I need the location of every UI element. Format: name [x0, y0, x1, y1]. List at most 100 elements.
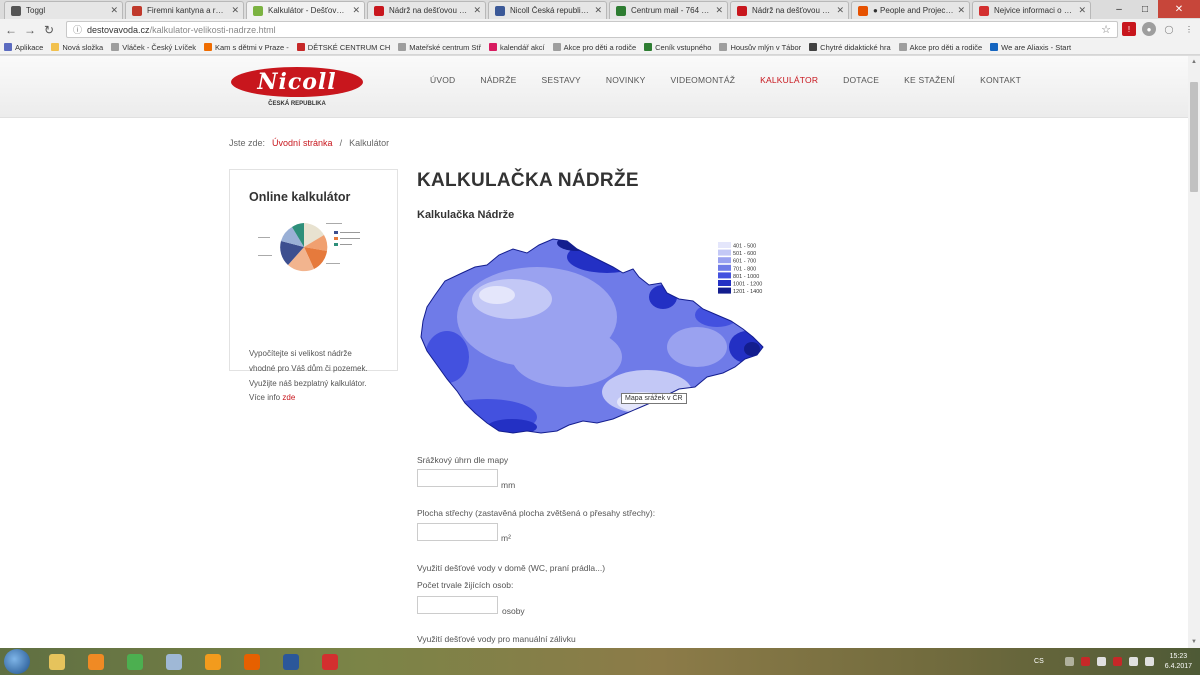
tab-favicon-icon [132, 5, 142, 16]
tray-icon[interactable] [1096, 657, 1106, 666]
bookmark-favicon-icon [644, 43, 653, 51]
taskbar-app-firefox[interactable] [235, 650, 269, 673]
bookmark-item[interactable]: Akce pro děti a rodiče [549, 43, 641, 52]
more-info-link[interactable]: zde [282, 393, 295, 402]
legend-swatch [718, 257, 731, 264]
media-player-icon [88, 653, 104, 670]
bookmark-item[interactable]: Aplikace [0, 43, 47, 52]
bookmark-item[interactable]: Chytré didaktické hra [805, 43, 894, 52]
roof-area-input[interactable] [417, 523, 498, 541]
extension-icon[interactable]: ◯ [1162, 22, 1176, 36]
taskbar-app-people[interactable] [157, 650, 191, 673]
tray-icon[interactable] [1080, 657, 1090, 666]
start-button[interactable] [4, 649, 30, 674]
taskbar-app-outlook[interactable] [196, 650, 230, 673]
nav-item[interactable]: SESTAVY [542, 75, 581, 85]
scroll-up-icon[interactable]: ▲ [1188, 56, 1200, 68]
address-bar[interactable]: ⓘ destovavoda.cz/kalkulator-velikosti-na… [66, 21, 1118, 38]
menu-icon[interactable]: ⋮ [1182, 22, 1196, 36]
browser-tab[interactable]: Kalkulátor - Dešťová vod ✕ [246, 1, 365, 19]
bookmark-label: Chytré didaktické hra [820, 42, 891, 52]
nav-item[interactable]: VIDEOMONTÁŽ [671, 75, 736, 85]
page-scrollbar[interactable]: ▲ ▼ [1188, 56, 1200, 648]
bookmark-item[interactable]: Mateřské centrum Stř [394, 43, 485, 52]
rainfall-input[interactable] [417, 469, 498, 487]
bookmark-item[interactable]: kalendář akcí [485, 43, 549, 52]
tab-close-icon[interactable]: ✕ [715, 5, 723, 16]
nav-item[interactable]: KALKULÁTOR [760, 75, 818, 85]
nav-item[interactable]: KE STAŽENÍ [904, 75, 955, 85]
page-viewport: Nicoll ČESKÁ REPUBLIKA ÚVOD NÁDRŽE SESTAVY… [0, 56, 1188, 648]
forward-icon[interactable]: → [22, 22, 38, 38]
more-info-prefix: Více info [249, 393, 281, 402]
taskbar-app-media-player[interactable] [79, 650, 113, 673]
bookmark-item[interactable]: Ceník vstupného [640, 43, 715, 52]
bookmark-item[interactable]: Vláček - Český Lvíček [107, 43, 200, 52]
browser-toolbar: ← → ↻ ⓘ destovavoda.cz/kalkulator-veliko… [0, 19, 1200, 40]
bookmark-item[interactable]: DĚTSKÉ CENTRUM CH [293, 43, 395, 52]
tab-title: Firemni kantyna a restau [147, 6, 228, 15]
rainfall-map[interactable]: 401 - 500 501 - 600 601 - 700 701 - 800 801 … [417, 237, 767, 437]
volume-icon[interactable] [1144, 657, 1154, 666]
nav-item[interactable]: NOVINKY [606, 75, 646, 85]
browser-tab[interactable]: ● People and Project - 7 ✕ [851, 1, 970, 19]
bookmark-favicon-icon [296, 43, 305, 51]
nav-item[interactable]: DOTACE [843, 75, 879, 85]
page-title: KALKULAČKA NÁDRŽE [417, 170, 639, 191]
main-navigation: ÚVOD NÁDRŽE SESTAVY NOVINKY VIDEOMONTÁŽ KALKU… [430, 75, 1046, 85]
reload-icon[interactable]: ↻ [41, 22, 57, 38]
bookmark-item[interactable]: Housův mlýn v Tábor [715, 43, 805, 52]
browser-tab[interactable]: Nicoll Česká republika - ✕ [488, 1, 607, 19]
tray-icon[interactable] [1112, 657, 1122, 666]
nav-item[interactable]: KONTAKT [980, 75, 1021, 85]
rainfall-map-graphic[interactable]: 401 - 500501 - 600 601 - 700701 - 800 801 … [417, 237, 767, 437]
legend-swatch [718, 249, 731, 256]
tab-favicon-icon [616, 5, 626, 16]
tab-close-icon[interactable]: ✕ [836, 5, 844, 16]
bookmark-star-icon[interactable]: ☆ [1101, 23, 1111, 36]
bookmark-item[interactable]: Akce pro děti a rodiče [895, 43, 987, 52]
back-icon[interactable]: ← [3, 22, 19, 38]
bookmark-favicon-icon [111, 43, 120, 51]
maximize-icon[interactable]: □ [1132, 0, 1158, 18]
scrollbar-thumb[interactable] [1190, 82, 1198, 192]
network-icon[interactable] [1128, 657, 1138, 666]
browser-tab[interactable]: Nejvice informaci o stav ✕ [972, 1, 1091, 19]
tab-close-icon[interactable]: ✕ [473, 5, 481, 16]
tab-close-icon[interactable]: ✕ [352, 5, 360, 16]
tray-arrow-icon[interactable] [1064, 657, 1074, 666]
page-info-icon[interactable]: ⓘ [73, 23, 82, 36]
tab-close-icon[interactable]: ✕ [231, 5, 239, 16]
scroll-down-icon[interactable]: ▼ [1188, 636, 1200, 648]
taskbar-app-acrobat[interactable] [313, 650, 347, 673]
bookmark-label: Akce pro děti a rodiče [909, 42, 983, 52]
bookmark-item[interactable]: Kam s dětmi v Praze - [200, 43, 293, 52]
tab-close-icon[interactable]: ✕ [594, 5, 602, 16]
taskbar-app-explorer[interactable] [40, 650, 74, 673]
persons-input[interactable] [417, 596, 498, 614]
language-indicator[interactable]: CS [1034, 658, 1044, 665]
tab-favicon-icon [495, 5, 505, 16]
close-window-icon[interactable]: ✕ [1158, 0, 1200, 18]
extension-icon[interactable]: ● [1142, 22, 1156, 36]
clock[interactable]: 15:23 6.4.2017 [1165, 652, 1192, 672]
extension-icon[interactable]: ! [1122, 22, 1136, 36]
nav-item[interactable]: NÁDRŽE [480, 75, 516, 85]
nav-item[interactable]: ÚVOD [430, 75, 455, 85]
taskbar-app-word[interactable] [274, 650, 308, 673]
browser-tab[interactable]: Centrum mail - 764 nep ✕ [609, 1, 728, 19]
browser-tab[interactable]: Nádrž na dešťovou vodu ✕ [367, 1, 486, 19]
tab-close-icon[interactable]: ✕ [1078, 5, 1086, 16]
breadcrumb-home-link[interactable]: Úvodní stránka [272, 138, 333, 148]
tab-close-icon[interactable]: ✕ [957, 5, 965, 16]
taskbar-app-chrome[interactable] [118, 650, 152, 673]
bookmark-item[interactable]: We are Aliaxis - Start [986, 43, 1075, 52]
browser-tab[interactable]: Toggl ✕ [4, 1, 123, 19]
minimize-icon[interactable]: – [1106, 0, 1132, 18]
site-logo[interactable]: Nicoll ČESKÁ REPUBLIKA [231, 67, 363, 115]
browser-tab[interactable]: Firemni kantyna a restau ✕ [125, 1, 244, 19]
browser-tab[interactable]: Nádrž na dešťovou vodu ✕ [730, 1, 849, 19]
bookmark-item[interactable]: Nová složka [47, 43, 107, 52]
section-title: Kalkulačka Nádrže [417, 209, 515, 221]
tab-close-icon[interactable]: ✕ [110, 5, 118, 16]
